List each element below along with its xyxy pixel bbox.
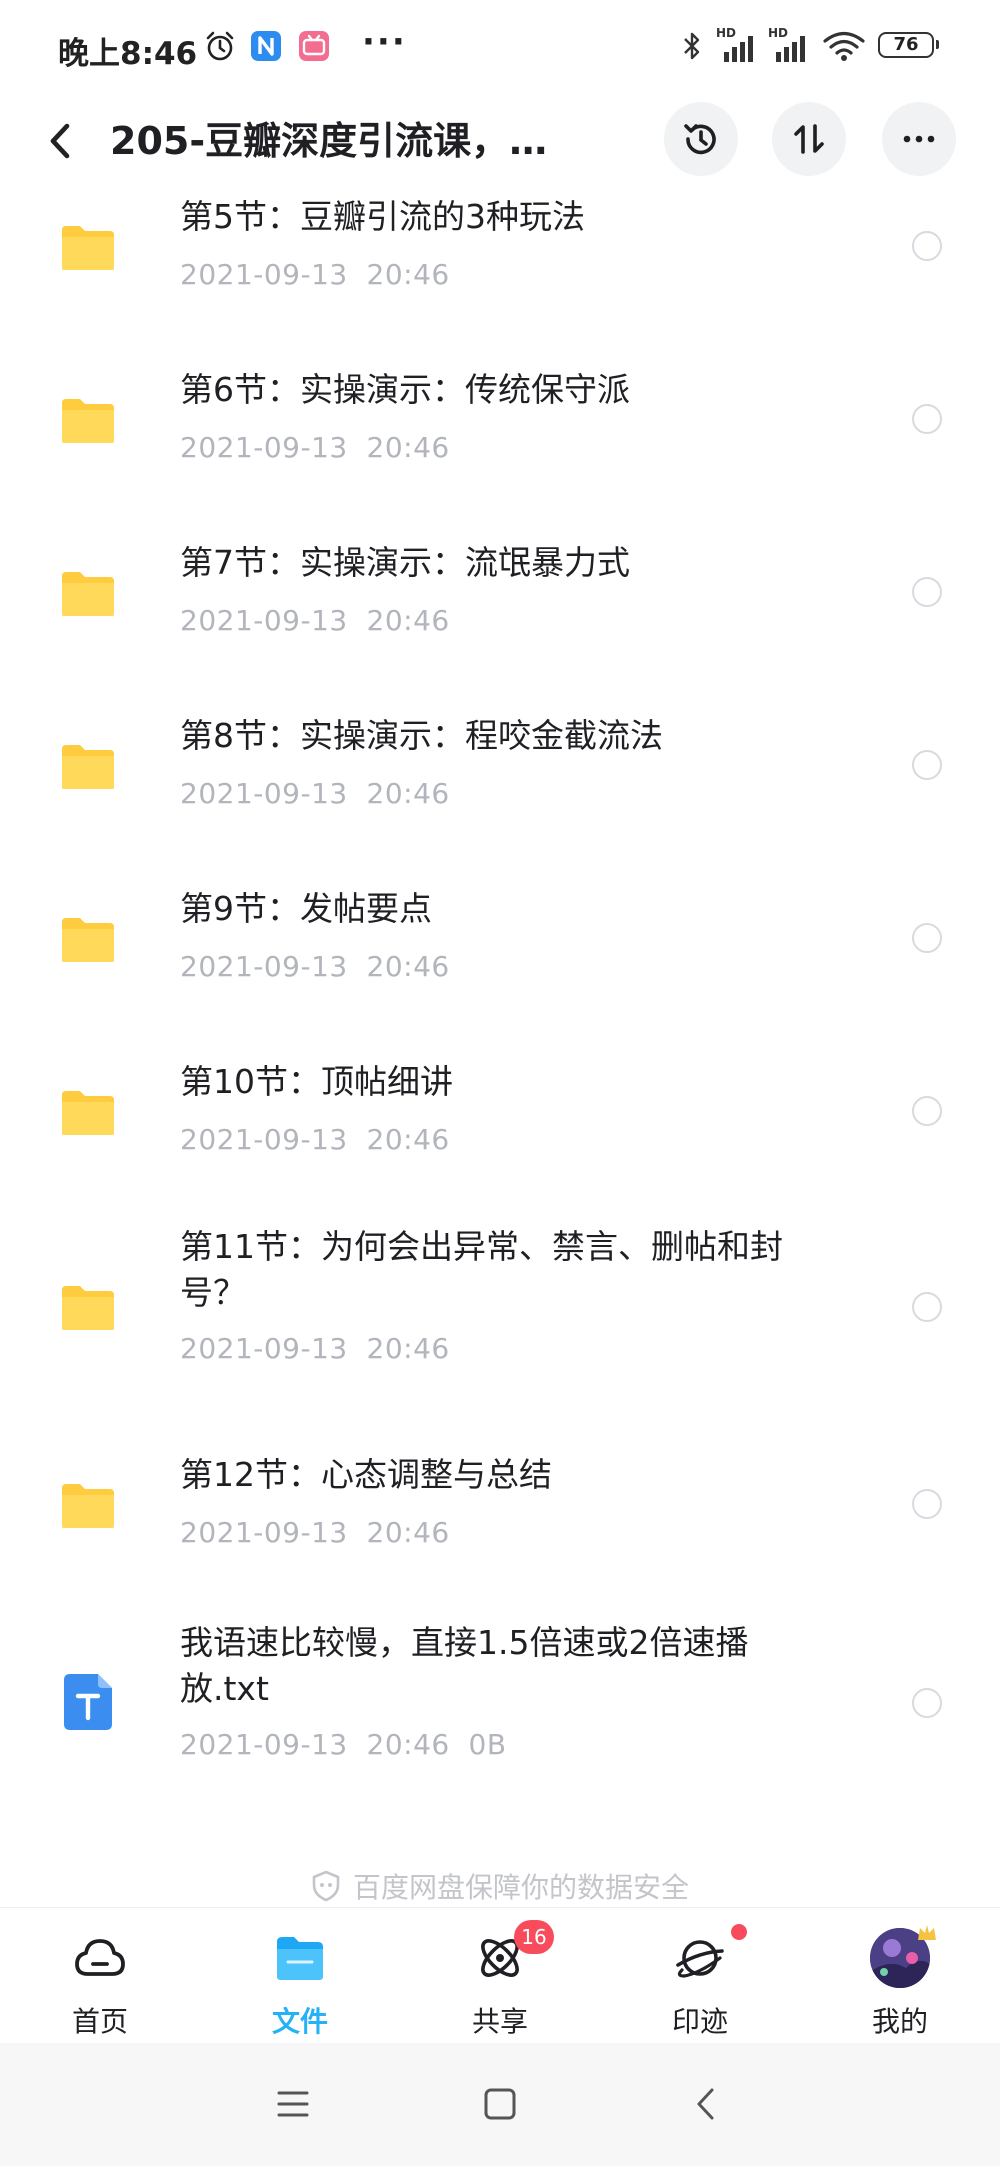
file-meta: 2021-09-13 20:46 — [180, 777, 450, 810]
status-bar: 晚上8:46 ··· HD HD 76 — [0, 0, 1000, 96]
tab-home[interactable]: 首页 — [0, 1908, 200, 2044]
notes-app-icon — [251, 31, 281, 61]
traces-badge-dot — [731, 1924, 747, 1940]
select-checkbox[interactable] — [912, 1096, 942, 1126]
folder-icon — [62, 399, 114, 443]
bottom-tab-bar: 首页 文件 16 共享 印迹 我的 — [0, 1907, 1000, 2044]
cloud-icon — [75, 1939, 125, 1976]
file-meta: 2021-09-13 20:46 — [180, 604, 450, 637]
file-name: 第7节：实操演示：流氓暴力式 — [180, 543, 630, 582]
more-horizontal-icon — [903, 135, 935, 143]
file-meta: 2021-09-13 20:46 — [180, 1332, 450, 1365]
select-checkbox[interactable] — [912, 1292, 942, 1322]
more-notifications-icon: ··· — [362, 22, 407, 62]
wifi-icon — [823, 31, 865, 61]
file-meta: 2021-09-13 20:46 — [180, 1123, 450, 1156]
bluetooth-icon — [684, 32, 700, 60]
tab-label: 我的 — [871, 2005, 928, 2038]
home-square-icon[interactable] — [475, 2079, 525, 2129]
share-badge: 16 — [514, 1920, 554, 1954]
tab-label: 文件 — [271, 2005, 328, 2038]
select-checkbox[interactable] — [912, 923, 942, 953]
file-meta: 2021-09-13 20:46 — [180, 431, 450, 464]
select-checkbox[interactable] — [912, 1489, 942, 1519]
shield-icon — [312, 1870, 340, 1902]
tab-share[interactable]: 16 共享 — [400, 1908, 600, 2044]
vip-crown-icon — [918, 1925, 936, 1940]
folder-icon — [62, 1286, 114, 1330]
bilibili-app-icon — [299, 31, 329, 61]
txt-file-icon — [64, 1674, 112, 1730]
file-name: 第6节：实操演示：传统保守派 — [180, 370, 630, 409]
back-arrow-icon[interactable] — [682, 2079, 732, 2129]
page-title: 205-豆瓣深度引流课，… — [110, 119, 548, 163]
security-note: 百度网盘保障你的数据安全 — [0, 1866, 1000, 1906]
file-name: 第10节：顶帖细讲 — [180, 1062, 453, 1101]
menu-icon[interactable] — [268, 2079, 318, 2129]
tab-label: 印迹 — [671, 2005, 728, 2038]
folder-icon — [62, 1484, 114, 1528]
history-button[interactable] — [664, 102, 738, 176]
battery-indicator: 76 — [878, 32, 939, 58]
file-meta: 2021-09-13 20:46 — [180, 258, 450, 291]
select-checkbox[interactable] — [912, 231, 942, 261]
file-meta: 2021-09-13 20:46 — [180, 1516, 450, 1549]
file-name: 第12节：心态调整与总结 — [180, 1455, 552, 1494]
tab-traces[interactable]: 印迹 — [600, 1908, 800, 2044]
sort-button[interactable] — [772, 102, 846, 176]
file-name: 第9节：发帖要点 — [180, 889, 432, 928]
select-checkbox[interactable] — [912, 750, 942, 780]
select-checkbox[interactable] — [912, 404, 942, 434]
status-time: 晚上8:46 — [58, 36, 198, 72]
folder-icon — [62, 1091, 114, 1135]
header: 205-豆瓣深度引流课，… — [0, 96, 1000, 186]
file-name: 第5节：豆瓣引流的3种玩法 — [180, 197, 585, 236]
folder-icon — [62, 226, 114, 270]
system-navigation-bar — [0, 2043, 1000, 2166]
folder-icon — [62, 572, 114, 616]
more-button[interactable] — [882, 102, 956, 176]
folder-icon — [62, 745, 114, 789]
select-checkbox[interactable] — [912, 1688, 942, 1718]
history-icon — [684, 124, 716, 155]
alarm-icon — [206, 31, 234, 61]
security-note-text: 百度网盘保障你的数据安全 — [352, 1871, 689, 1904]
file-name: 第8节：实操演示：程咬金截流法 — [180, 716, 663, 755]
file-name: 第11节：为何会出异常、禁言、删帖和封号？ — [180, 1227, 783, 1312]
cell-signal-1-icon: HD — [716, 26, 764, 66]
chevron-left-icon[interactable] — [36, 114, 86, 168]
file-meta: 2021-09-13 20:46 — [180, 950, 450, 983]
file-name: 我语速比较慢，直接1.5倍速或2倍速播放.txt — [180, 1623, 749, 1708]
folder-icon — [277, 1937, 323, 1980]
cell-signal-2-icon: HD — [768, 26, 816, 66]
tab-files[interactable]: 文件 — [200, 1908, 400, 2044]
tab-label: 共享 — [471, 2005, 528, 2038]
planet-icon — [676, 1940, 724, 1978]
tab-mine[interactable]: 我的 — [800, 1908, 1000, 2044]
select-checkbox[interactable] — [912, 577, 942, 607]
sort-icon — [794, 124, 824, 154]
folder-icon — [62, 918, 114, 962]
tab-label: 首页 — [71, 2005, 128, 2038]
file-meta: 2021-09-13 20:46 0B — [180, 1728, 507, 1761]
